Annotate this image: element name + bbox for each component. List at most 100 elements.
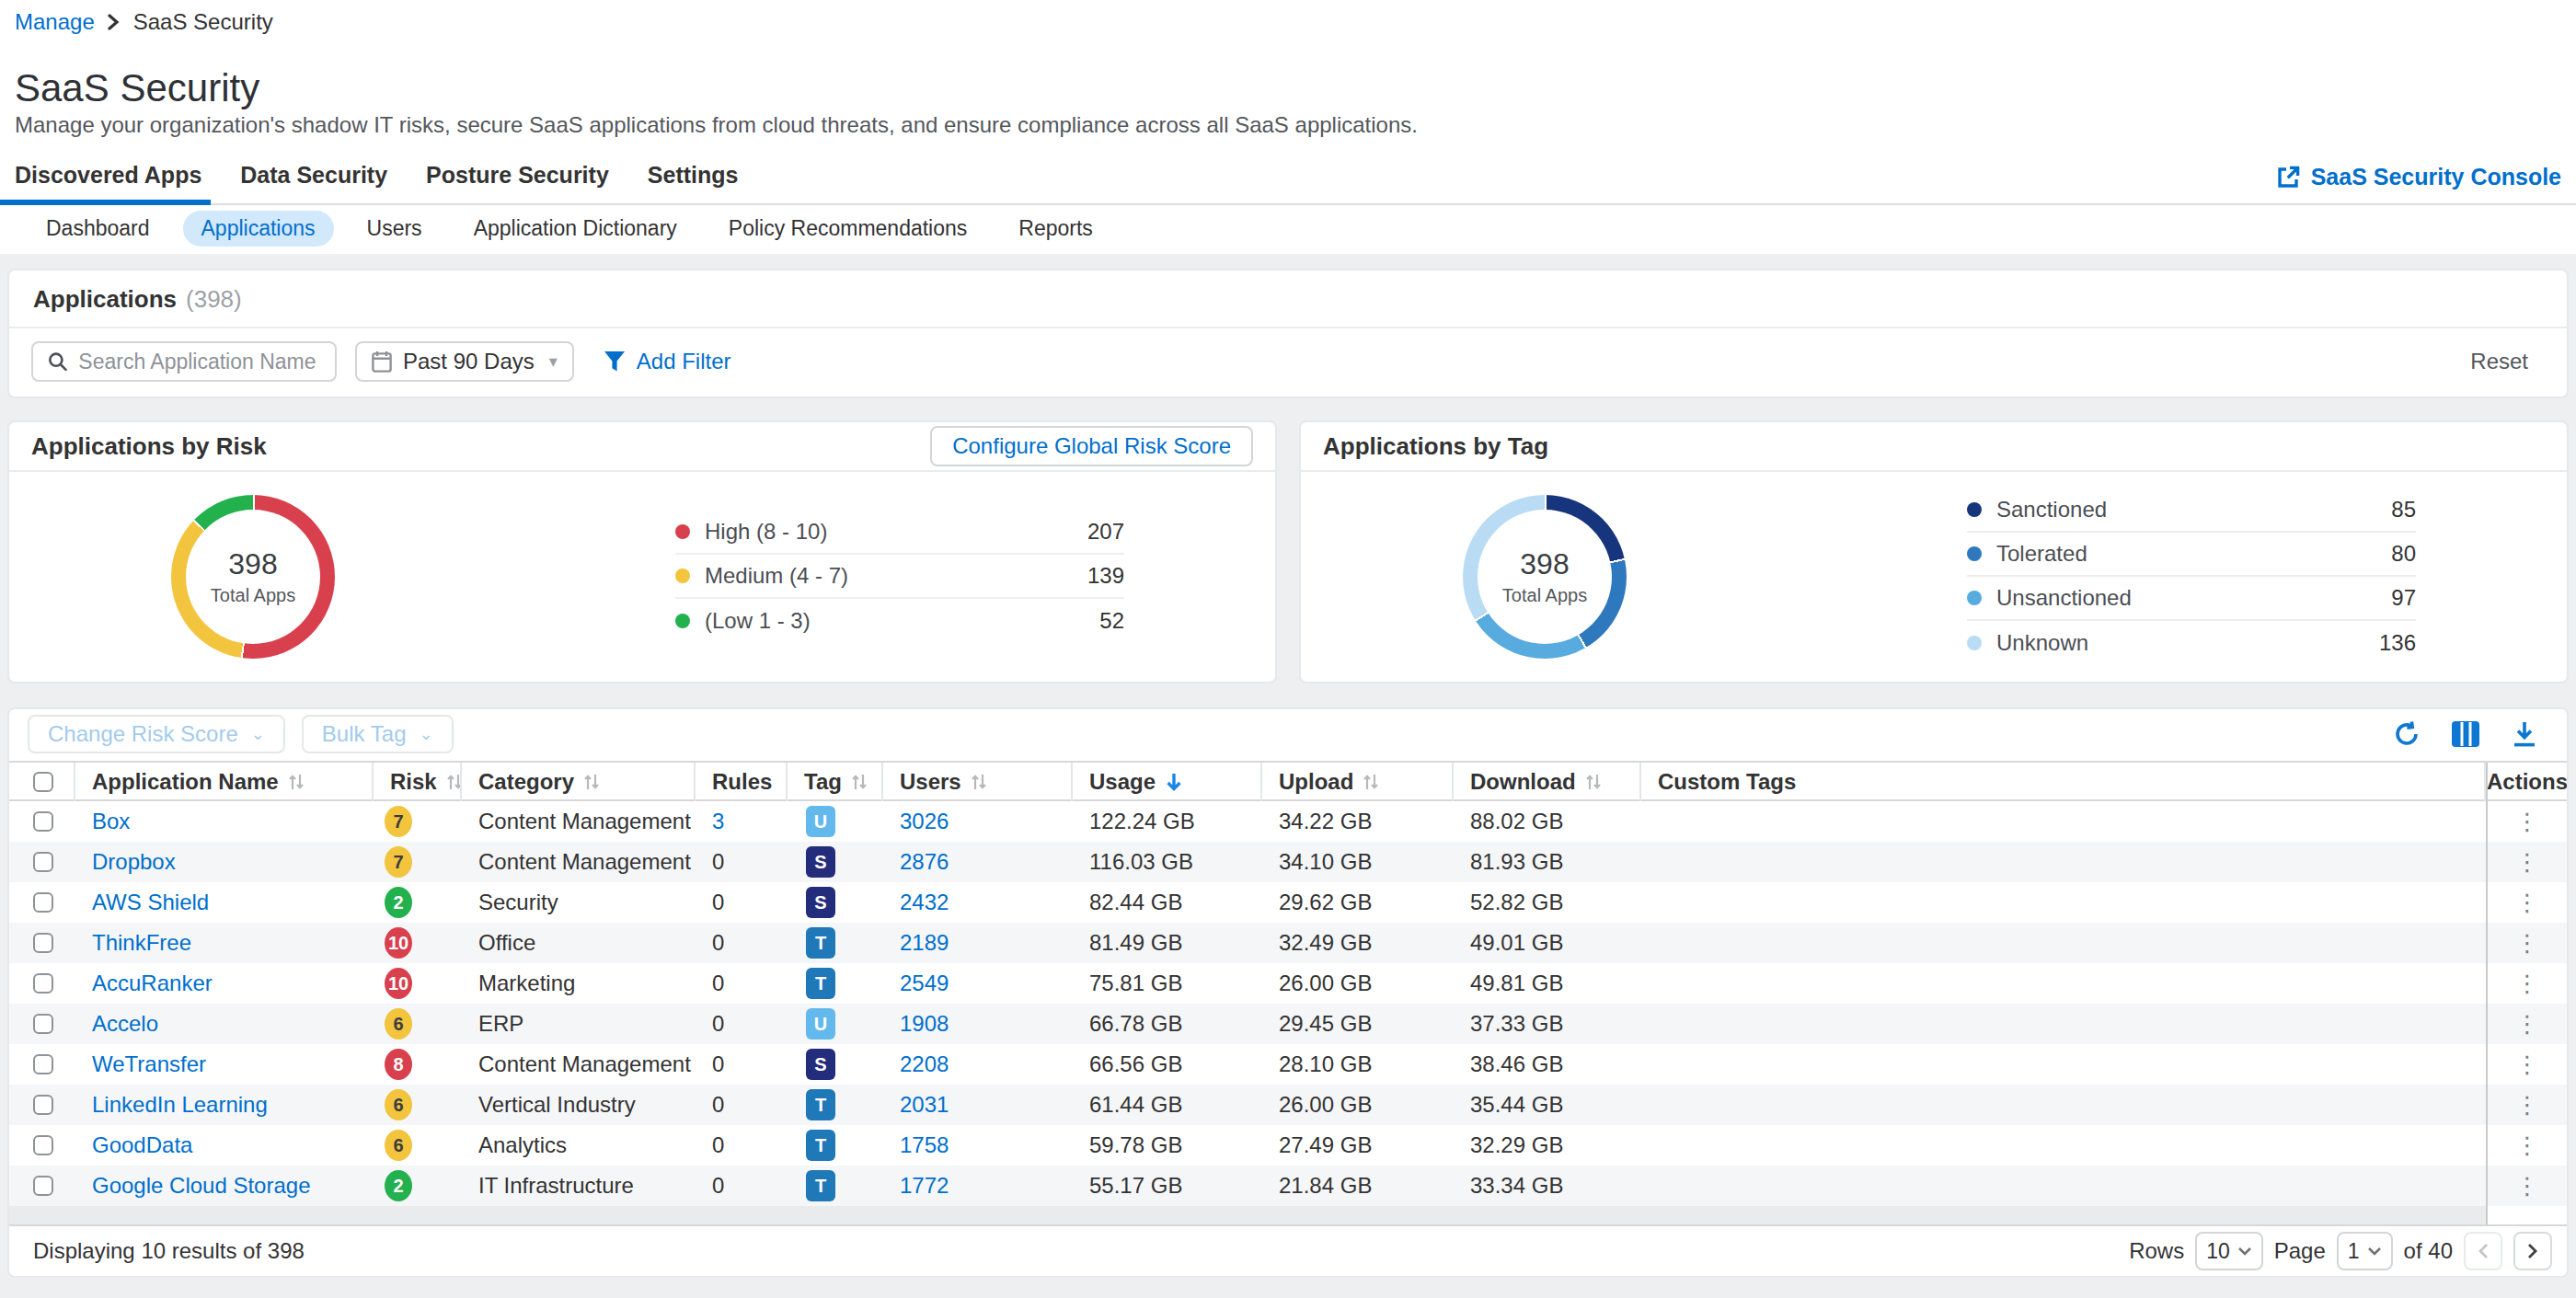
sort-icon[interactable] bbox=[288, 773, 305, 791]
sort-icon[interactable] bbox=[1363, 773, 1379, 791]
upload-cell: 28.10 GB bbox=[1262, 1044, 1454, 1085]
custom-tags-cell bbox=[1641, 1044, 2486, 1085]
rules-count[interactable]: 3 bbox=[712, 809, 724, 834]
application-name-link[interactable]: Box bbox=[92, 809, 130, 834]
legend-dot bbox=[1967, 591, 1982, 605]
application-name-link[interactable]: AccuRanker bbox=[92, 971, 213, 996]
risk-card-title: Applications by Risk bbox=[31, 432, 267, 461]
sort-icon[interactable] bbox=[1585, 773, 1602, 791]
tab-discovered-apps[interactable]: Discovered Apps bbox=[15, 162, 201, 203]
subtab-applications[interactable]: Applications bbox=[183, 211, 334, 247]
refresh-button[interactable] bbox=[2388, 716, 2425, 752]
custom-tags-cell bbox=[1641, 1004, 2486, 1044]
subtab-dashboard[interactable]: Dashboard bbox=[28, 211, 168, 247]
breadcrumb-manage[interactable]: Manage bbox=[15, 9, 95, 35]
add-filter-button[interactable]: Add Filter bbox=[604, 349, 731, 374]
row-actions-kebab[interactable]: ⋮ bbox=[2515, 1052, 2539, 1076]
row-actions-kebab[interactable]: ⋮ bbox=[2515, 850, 2539, 874]
tag-chip-sanctioned: S bbox=[806, 887, 835, 918]
row-checkbox[interactable] bbox=[33, 1054, 53, 1074]
application-name-link[interactable]: Dropbox bbox=[92, 849, 176, 875]
column-header-category[interactable]: Category bbox=[462, 763, 696, 801]
users-count-link[interactable]: 2432 bbox=[900, 890, 949, 915]
column-header-custom-tags: Custom Tags bbox=[1641, 763, 2486, 801]
row-actions-kebab[interactable]: ⋮ bbox=[2515, 1012, 2539, 1036]
row-checkbox[interactable] bbox=[33, 1014, 53, 1034]
application-name-link[interactable]: Accelo bbox=[92, 1011, 158, 1037]
column-settings-button[interactable] bbox=[2447, 716, 2484, 752]
scrollbar-track[interactable] bbox=[9, 1206, 2486, 1224]
reset-button[interactable]: Reset bbox=[2470, 349, 2541, 374]
row-checkbox[interactable] bbox=[33, 933, 53, 953]
row-checkbox[interactable] bbox=[33, 811, 53, 832]
sort-icon[interactable] bbox=[851, 773, 868, 791]
row-actions-kebab[interactable]: ⋮ bbox=[2515, 890, 2539, 914]
users-count-link[interactable]: 2208 bbox=[900, 1051, 949, 1077]
column-header-risk[interactable]: Risk bbox=[374, 763, 462, 801]
users-count-link[interactable]: 1772 bbox=[900, 1173, 949, 1199]
risk-score-badge: 10 bbox=[385, 968, 412, 999]
row-actions-kebab[interactable]: ⋮ bbox=[2515, 931, 2539, 955]
users-count-link[interactable]: 1908 bbox=[900, 1011, 949, 1037]
configure-global-risk-score-button[interactable]: Configure Global Risk Score bbox=[930, 426, 1253, 466]
tab-data-security[interactable]: Data Security bbox=[240, 162, 387, 203]
rows-per-page-select[interactable]: 10 bbox=[2195, 1232, 2263, 1270]
bulk-tag-button[interactable]: Bulk Tag ⌄ bbox=[302, 715, 454, 753]
category-cell: Marketing bbox=[462, 963, 696, 1004]
application-name-link[interactable]: GoodData bbox=[92, 1132, 192, 1158]
legend-item-tolerated: Tolerated80 bbox=[1967, 533, 2416, 577]
row-checkbox[interactable] bbox=[33, 852, 53, 872]
row-actions-kebab[interactable]: ⋮ bbox=[2515, 1133, 2539, 1157]
search-application-input[interactable] bbox=[31, 341, 337, 382]
application-name-link[interactable]: LinkedIn Learning bbox=[92, 1092, 268, 1118]
next-page-button[interactable] bbox=[2513, 1232, 2552, 1270]
users-count-link[interactable]: 2031 bbox=[900, 1092, 949, 1118]
row-actions-kebab[interactable]: ⋮ bbox=[2515, 971, 2539, 995]
users-count-link[interactable]: 2876 bbox=[900, 849, 949, 875]
sort-icon[interactable] bbox=[971, 773, 987, 791]
application-name-link[interactable]: Google Cloud Storage bbox=[92, 1173, 311, 1199]
users-count-link[interactable]: 3026 bbox=[900, 809, 949, 834]
change-risk-score-button[interactable]: Change Risk Score ⌄ bbox=[28, 715, 285, 753]
page-select[interactable]: 1 bbox=[2337, 1232, 2393, 1270]
sort-icon[interactable] bbox=[583, 773, 600, 791]
row-actions-kebab[interactable]: ⋮ bbox=[2515, 1174, 2539, 1198]
results-summary: Displaying 10 results of 398 bbox=[33, 1238, 305, 1264]
sort-icon[interactable] bbox=[446, 773, 462, 791]
subtab-reports[interactable]: Reports bbox=[1000, 211, 1111, 247]
date-range-select[interactable]: Past 90 Days ▾ bbox=[355, 341, 574, 382]
row-checkbox[interactable] bbox=[33, 1135, 53, 1155]
users-count-link[interactable]: 1758 bbox=[900, 1132, 949, 1158]
category-cell: IT Infrastructure bbox=[462, 1166, 696, 1206]
row-checkbox[interactable] bbox=[33, 892, 53, 913]
row-actions-kebab[interactable]: ⋮ bbox=[2515, 1093, 2539, 1117]
column-header-usage[interactable]: Usage bbox=[1073, 763, 1262, 801]
saas-security-console-link[interactable]: SaaS Security Console bbox=[2276, 164, 2561, 203]
application-name-link[interactable]: ThinkFree bbox=[92, 930, 191, 956]
column-header-tag[interactable]: Tag bbox=[788, 763, 883, 801]
users-count-link[interactable]: 2189 bbox=[900, 930, 949, 956]
row-actions-kebab[interactable]: ⋮ bbox=[2515, 810, 2539, 833]
subtab-policy-recommendations[interactable]: Policy Recommendations bbox=[710, 211, 986, 247]
column-header-application-name[interactable]: Application Name bbox=[75, 763, 374, 801]
application-name-link[interactable]: WeTransfer bbox=[92, 1051, 206, 1077]
horizontal-scrollbar[interactable] bbox=[9, 1206, 2567, 1224]
row-checkbox[interactable] bbox=[33, 1095, 53, 1115]
row-checkbox[interactable] bbox=[33, 973, 53, 994]
users-count-link[interactable]: 2549 bbox=[900, 971, 949, 996]
download-button[interactable] bbox=[2506, 716, 2543, 752]
column-header-upload[interactable]: Upload bbox=[1262, 763, 1454, 801]
application-name-link[interactable]: AWS Shield bbox=[92, 890, 209, 915]
subtab-application-dictionary[interactable]: Application Dictionary bbox=[455, 211, 696, 247]
subtab-users[interactable]: Users bbox=[349, 211, 441, 247]
previous-page-button[interactable] bbox=[2464, 1232, 2502, 1270]
usage-cell: 66.56 GB bbox=[1073, 1044, 1262, 1085]
main-tabs: Discovered Apps Data Security Posture Secu… bbox=[0, 162, 2576, 205]
tab-posture-security[interactable]: Posture Security bbox=[426, 162, 609, 203]
column-header-download[interactable]: Download bbox=[1454, 763, 1641, 801]
tab-settings[interactable]: Settings bbox=[648, 162, 739, 203]
select-all-checkbox[interactable] bbox=[33, 772, 53, 792]
sort-desc-icon[interactable] bbox=[1165, 772, 1183, 792]
column-header-users[interactable]: Users bbox=[883, 763, 1073, 801]
row-checkbox[interactable] bbox=[33, 1176, 53, 1196]
